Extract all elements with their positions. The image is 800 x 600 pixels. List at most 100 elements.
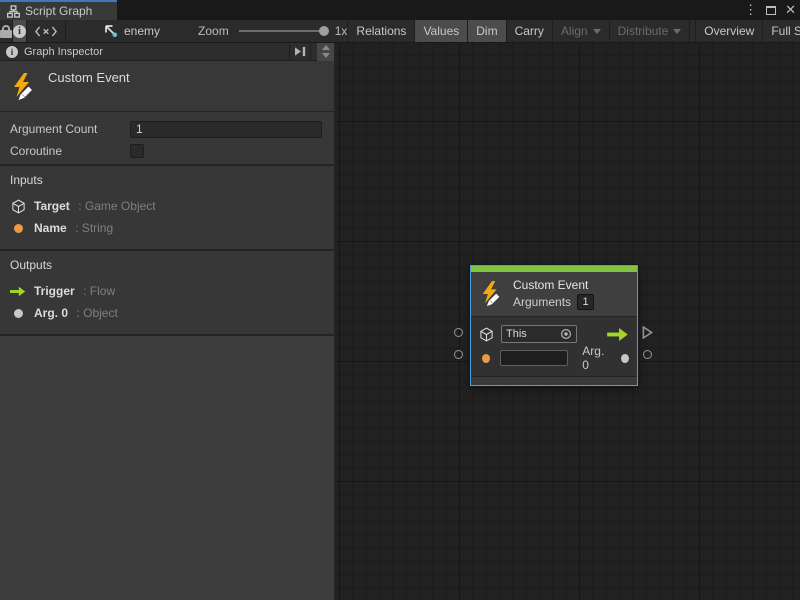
arg0-object-port[interactable] bbox=[621, 354, 629, 363]
graph-toolbar: i enemy Zoom 1x bbox=[0, 20, 800, 43]
zoom-control: Zoom 1x bbox=[198, 20, 347, 42]
inputs-title: Inputs bbox=[10, 173, 324, 187]
node-header[interactable]: Custom Event Arguments 1 bbox=[471, 272, 637, 317]
align-label: Align bbox=[561, 24, 588, 38]
output-row-trigger: Trigger : Flow bbox=[10, 280, 324, 302]
graph-asset-icon bbox=[104, 24, 118, 38]
carry-button[interactable]: Carry bbox=[507, 20, 553, 42]
zoom-value: 1x bbox=[335, 24, 348, 38]
breadcrumb-label: enemy bbox=[124, 24, 160, 38]
dim-label: Dim bbox=[476, 24, 497, 38]
toolbar-button-group: Relations Values Dim Carry Align Distrib… bbox=[347, 20, 800, 42]
tab-label: Script Graph bbox=[25, 4, 92, 18]
distribute-button: Distribute bbox=[610, 20, 691, 42]
relations-button[interactable]: Relations bbox=[348, 20, 415, 42]
coroutine-checkbox[interactable] bbox=[130, 144, 144, 158]
name-input-field[interactable] bbox=[500, 350, 568, 366]
node-row-name: Arg. 0 bbox=[479, 346, 629, 370]
coroutine-row: Coroutine bbox=[10, 140, 324, 162]
argument-count-field[interactable]: 1 bbox=[130, 121, 322, 138]
custom-event-icon bbox=[10, 73, 38, 101]
custom-event-node[interactable]: Custom Event Arguments 1 bbox=[470, 265, 638, 386]
align-button: Align bbox=[553, 20, 610, 42]
edit-graph-button[interactable] bbox=[27, 20, 66, 42]
full-screen-label: Full Screen bbox=[771, 24, 800, 38]
scroll-down-icon[interactable] bbox=[322, 53, 330, 58]
dropdown-caret-icon bbox=[673, 29, 681, 34]
target-dropdown[interactable]: This bbox=[501, 325, 577, 343]
script-graph-window: Script Graph ⋮ ✕ i bbox=[0, 0, 800, 600]
lock-icon bbox=[0, 25, 12, 38]
unit-settings: Argument Count 1 Coroutine bbox=[0, 112, 334, 166]
values-label: Values bbox=[423, 24, 459, 38]
argument-count-row: Argument Count 1 bbox=[10, 118, 324, 140]
values-button[interactable]: Values bbox=[415, 20, 468, 42]
port-type: : String bbox=[75, 221, 113, 235]
zoom-slider-handle[interactable] bbox=[319, 26, 329, 36]
unit-header: Custom Event bbox=[0, 61, 334, 112]
tab-script-graph[interactable]: Script Graph bbox=[0, 0, 117, 20]
info-icon: i bbox=[13, 25, 26, 38]
breadcrumb[interactable]: enemy bbox=[104, 20, 160, 42]
relations-label: Relations bbox=[356, 24, 406, 38]
name-string-port[interactable] bbox=[482, 354, 490, 363]
port-name: Target bbox=[34, 199, 70, 213]
script-graph-icon bbox=[7, 5, 20, 18]
game-object-cube-icon bbox=[479, 327, 494, 342]
node-footer bbox=[471, 376, 637, 385]
arguments-count-field[interactable]: 1 bbox=[577, 294, 594, 310]
outputs-title: Outputs bbox=[10, 258, 324, 272]
scroll-up-icon[interactable] bbox=[322, 45, 330, 50]
info-icon: i bbox=[6, 46, 18, 58]
node-row-target: This bbox=[479, 322, 629, 346]
object-port-icon bbox=[14, 309, 23, 318]
target-dropdown-value: This bbox=[506, 328, 560, 340]
zoom-slider[interactable] bbox=[239, 24, 329, 38]
unit-title: Custom Event bbox=[48, 70, 130, 85]
distribute-label: Distribute bbox=[618, 24, 669, 38]
graph-inspector-panel: i Graph Inspector bbox=[0, 43, 336, 600]
output-row-arg0: Arg. 0 : Object bbox=[10, 302, 324, 324]
overview-button[interactable]: Overview bbox=[696, 20, 763, 42]
argument-count-label: Argument Count bbox=[10, 122, 130, 136]
zoom-slider-track bbox=[239, 30, 329, 32]
graph-canvas[interactable]: Custom Event Arguments 1 bbox=[336, 43, 800, 600]
input-row-name: Name : String bbox=[10, 217, 324, 239]
window-controls: ⋮ ✕ bbox=[744, 0, 796, 20]
zoom-label: Zoom bbox=[198, 24, 229, 38]
dock-panel-button[interactable] bbox=[289, 43, 311, 61]
port-name: Trigger bbox=[34, 284, 75, 298]
inputs-section: Inputs Target : Game Object bbox=[0, 166, 334, 251]
overview-label: Overview bbox=[704, 24, 754, 38]
port-type: : Flow bbox=[83, 284, 115, 298]
kebab-menu-icon[interactable]: ⋮ bbox=[744, 0, 757, 20]
object-picker-icon[interactable] bbox=[560, 328, 572, 340]
dropdown-caret-icon bbox=[593, 29, 601, 34]
node-body: This bbox=[471, 317, 637, 376]
coroutine-label: Coroutine bbox=[10, 144, 130, 158]
game-object-cube-icon bbox=[11, 199, 26, 214]
port-type: : Object bbox=[76, 306, 117, 320]
close-icon[interactable]: ✕ bbox=[785, 0, 796, 20]
code-brackets-icon bbox=[35, 26, 57, 37]
arguments-label: Arguments bbox=[513, 295, 571, 309]
node-output-value-port[interactable] bbox=[643, 350, 652, 359]
flow-arrow-icon bbox=[10, 286, 26, 297]
full-screen-button[interactable]: Full Screen bbox=[763, 20, 800, 42]
inspector-toggle-button[interactable]: i bbox=[13, 20, 27, 42]
node-output-flow-port[interactable] bbox=[642, 326, 653, 339]
maximize-icon[interactable] bbox=[766, 6, 776, 15]
title-bar: Script Graph ⋮ ✕ bbox=[0, 0, 800, 20]
port-type: : Game Object bbox=[78, 199, 155, 213]
panel-scroll-spinner[interactable] bbox=[317, 43, 334, 61]
dock-icon bbox=[294, 46, 307, 57]
graph-inspector-title: Graph Inspector bbox=[24, 46, 283, 58]
lock-button[interactable] bbox=[0, 20, 13, 42]
dim-button[interactable]: Dim bbox=[468, 20, 506, 42]
graph-inspector-header: i Graph Inspector bbox=[0, 43, 334, 61]
carry-label: Carry bbox=[515, 24, 544, 38]
node-input-flow-port[interactable] bbox=[454, 328, 463, 337]
node-input-value-port[interactable] bbox=[454, 350, 463, 359]
trigger-flow-port[interactable] bbox=[607, 328, 629, 341]
port-name: Name bbox=[34, 221, 67, 235]
